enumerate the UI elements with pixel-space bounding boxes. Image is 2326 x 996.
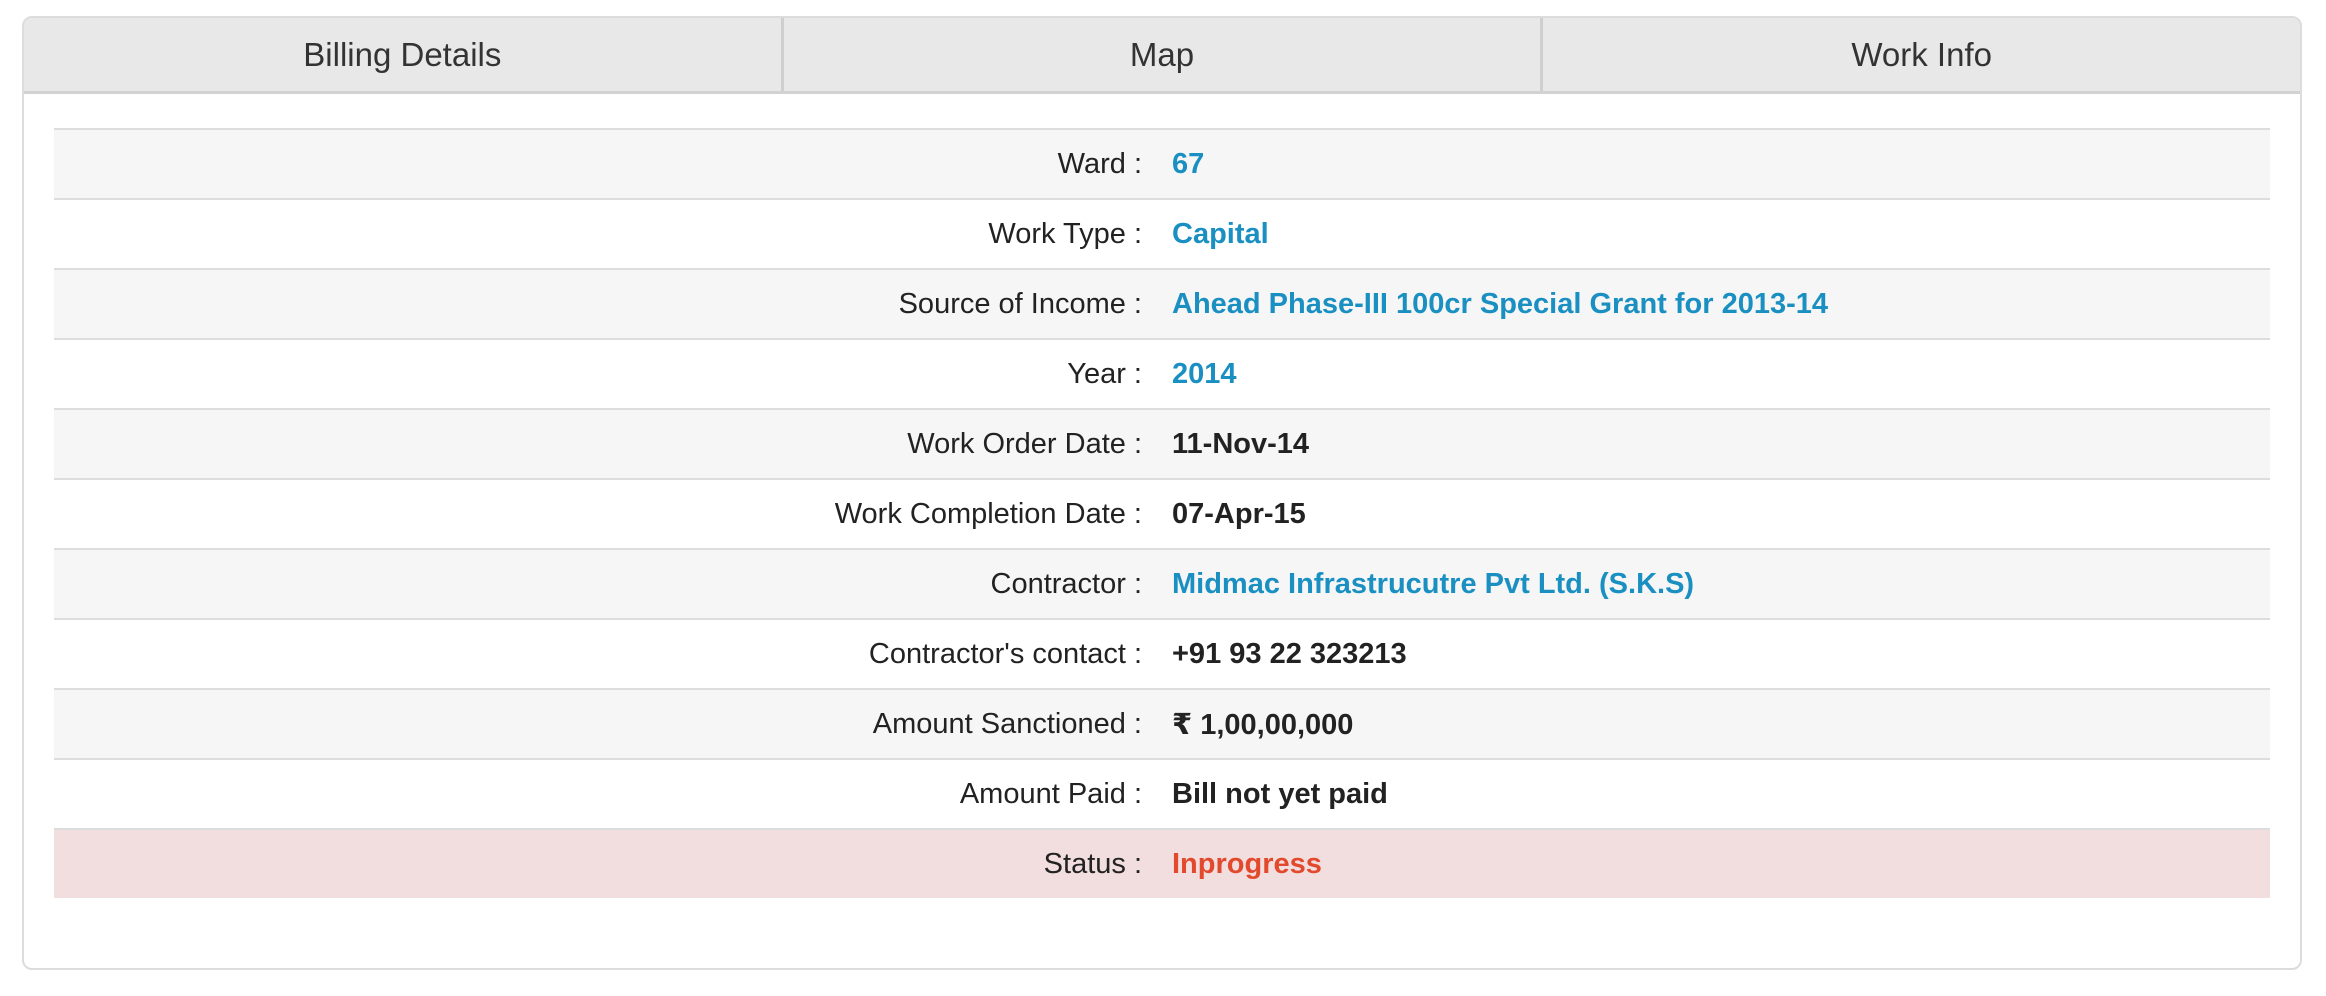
row-work-type: Work Type : Capital <box>54 200 2270 270</box>
tab-billing-details[interactable]: Billing Details <box>24 18 781 91</box>
status-label: Status : <box>1043 847 1142 880</box>
contractor-contact-value: +91 93 22 323213 <box>1172 637 1407 670</box>
row-status: Status : Inprogress <box>54 830 2270 898</box>
ward-value[interactable]: 67 <box>1172 148 1204 181</box>
year-value[interactable]: 2014 <box>1172 358 1237 391</box>
ward-label: Ward : <box>1057 147 1142 180</box>
row-contractor: Contractor : Midmac Infrastrucutre Pvt L… <box>54 550 2270 620</box>
row-work-order-date: Work Order Date : 11-Nov-14 <box>54 410 2270 480</box>
amount-paid-value: Bill not yet paid <box>1172 777 1388 810</box>
row-source-of-income: Source of Income : Ahead Phase-III 100cr… <box>54 270 2270 340</box>
work-details-panel: Billing Details Map Work Info Ward : 67 … <box>22 16 2302 970</box>
source-of-income-label: Source of Income : <box>898 287 1142 320</box>
amount-sanctioned-label: Amount Sanctioned : <box>872 707 1142 740</box>
row-work-completion-date: Work Completion Date : 07-Apr-15 <box>54 480 2270 550</box>
work-type-label: Work Type : <box>988 217 1142 250</box>
row-contractor-contact: Contractor's contact : +91 93 22 323213 <box>54 620 2270 690</box>
work-details-table: Ward : 67 Work Type : Capital Source of … <box>54 128 2270 898</box>
work-type-value[interactable]: Capital <box>1172 218 1269 251</box>
amount-paid-label: Amount Paid : <box>959 777 1142 810</box>
source-of-income-value[interactable]: Ahead Phase-III 100cr Special Grant for … <box>1172 288 1828 321</box>
work-order-date-value: 11-Nov-14 <box>1172 427 1310 460</box>
contractor-label: Contractor : <box>990 567 1143 600</box>
row-amount-sanctioned: Amount Sanctioned : ₹ 1,00,00,000 <box>54 690 2270 760</box>
tab-bar: Billing Details Map Work Info <box>24 18 2300 94</box>
contractor-value[interactable]: Midmac Infrastrucutre Pvt Ltd. (S.K.S) <box>1172 568 1694 601</box>
year-label: Year : <box>1067 357 1142 390</box>
tab-work-info[interactable]: Work Info <box>1540 18 2300 91</box>
work-completion-date-value: 07-Apr-15 <box>1172 497 1306 530</box>
row-amount-paid: Amount Paid : Bill not yet paid <box>54 760 2270 830</box>
tab-map[interactable]: Map <box>780 18 1541 91</box>
row-ward: Ward : 67 <box>54 130 2270 200</box>
amount-sanctioned-value: ₹ 1,00,00,000 <box>1172 708 1354 741</box>
row-year: Year : 2014 <box>54 340 2270 410</box>
contractor-contact-label: Contractor's contact : <box>868 637 1142 670</box>
work-order-date-label: Work Order Date : <box>907 427 1142 460</box>
work-completion-date-label: Work Completion Date : <box>834 497 1142 530</box>
status-value: Inprogress <box>1172 847 1322 880</box>
